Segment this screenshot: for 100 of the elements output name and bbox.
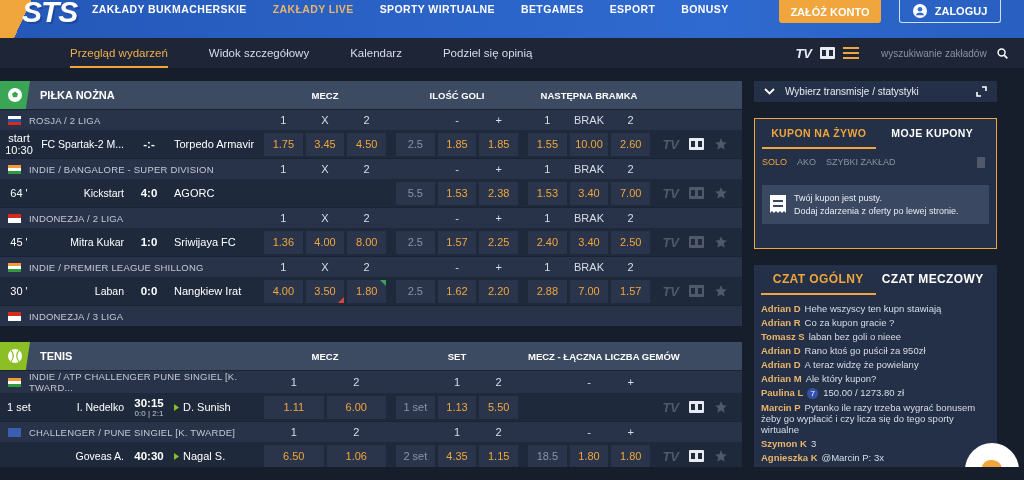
view-tab[interactable]: Podziel się opinią bbox=[442, 38, 533, 68]
outcome-label: 2 bbox=[626, 212, 635, 224]
odds-button[interactable]: 8.00 bbox=[347, 230, 386, 254]
star-icon[interactable] bbox=[714, 400, 728, 414]
sport-title: TENIS bbox=[39, 350, 74, 362]
odds-button[interactable]: 2.40 bbox=[528, 230, 567, 254]
tennis-ball-icon bbox=[7, 348, 23, 364]
nav-link[interactable]: BETGAMES bbox=[520, 2, 584, 16]
odds-button[interactable]: 4.00 bbox=[264, 279, 303, 303]
outcome-label: 2 bbox=[626, 163, 635, 175]
line-value[interactable]: 2.5 bbox=[396, 279, 435, 303]
odds-button[interactable]: 1.55 bbox=[528, 132, 567, 156]
outcome-label: BRAK bbox=[573, 261, 605, 273]
line-value[interactable]: 2.5 bbox=[396, 230, 435, 254]
odds-button[interactable]: 1.15 bbox=[479, 444, 518, 467]
nav-link[interactable]: BONUSY bbox=[681, 2, 729, 16]
odds-button[interactable]: 1.36 bbox=[264, 230, 303, 254]
odds-button[interactable]: 1.53 bbox=[528, 181, 567, 205]
league-name: INDIE / ATP CHALLENGER PUNE SINGIEL [K. TWARD... bbox=[29, 371, 239, 393]
odds-button[interactable]: 2.20 bbox=[479, 279, 518, 303]
odds-button[interactable]: 1.80 bbox=[611, 444, 650, 467]
expand-icon[interactable] bbox=[976, 86, 987, 97]
login-button[interactable]: ZALOGUJ bbox=[899, 0, 1001, 23]
star-icon[interactable] bbox=[714, 186, 728, 200]
odds-button[interactable]: 3.50 bbox=[305, 279, 345, 303]
bet-mode-tab[interactable]: SZYBKI ZAKŁAD bbox=[826, 157, 896, 167]
odds-button[interactable]: 2.25 bbox=[479, 230, 518, 254]
odds-button[interactable]: 2.50 bbox=[611, 230, 650, 254]
nav-link[interactable]: ESPORT bbox=[609, 2, 656, 16]
odds-button[interactable]: 1.06 bbox=[326, 444, 386, 467]
scoreboard-icon[interactable] bbox=[689, 450, 704, 462]
odds-button[interactable]: 1.80 bbox=[569, 444, 609, 467]
scoreboard-icon[interactable] bbox=[689, 401, 704, 413]
outcome-label: 1 bbox=[279, 114, 288, 126]
line-value[interactable]: 1 set bbox=[396, 395, 435, 419]
odds-button[interactable]: 10.00 bbox=[569, 132, 609, 156]
chevron-down-icon bbox=[764, 88, 775, 95]
scoreboard-icon[interactable] bbox=[820, 47, 835, 59]
nav-link[interactable]: ZAKŁADY LIVE bbox=[272, 2, 354, 16]
odds-button[interactable]: 1.85 bbox=[437, 132, 477, 156]
nav-link[interactable]: SPORTY WIRTUALNE bbox=[379, 2, 495, 16]
coupon-tab[interactable]: KUPON NA ŻYWO bbox=[762, 119, 876, 149]
view-tab[interactable]: Przegląd wydarzeń bbox=[70, 38, 168, 68]
star-icon[interactable] bbox=[714, 449, 728, 463]
odds-button[interactable]: 2.88 bbox=[528, 279, 567, 303]
odds-button[interactable]: 1.75 bbox=[264, 132, 303, 156]
outcome-label: + bbox=[626, 376, 635, 388]
line-value[interactable]: 2.5 bbox=[396, 132, 435, 156]
odds-button[interactable]: 4.00 bbox=[305, 230, 345, 254]
odds-button[interactable]: 3.40 bbox=[569, 181, 609, 205]
outcome-label: X bbox=[320, 212, 330, 224]
odds-button[interactable]: 4.35 bbox=[437, 444, 477, 467]
odds-button[interactable]: 5.50 bbox=[479, 395, 518, 419]
chat-tab[interactable]: CZAT MECZOWY bbox=[875, 265, 990, 295]
odds-button[interactable]: 1.53 bbox=[437, 181, 477, 205]
trash-icon[interactable] bbox=[977, 156, 985, 168]
view-tab[interactable]: Kalendarz bbox=[350, 38, 402, 68]
odds-button[interactable]: 2.60 bbox=[611, 132, 650, 156]
odds-button[interactable]: 7.00 bbox=[569, 279, 609, 303]
line-value[interactable]: 2 set bbox=[396, 444, 435, 467]
star-icon[interactable] bbox=[714, 284, 728, 298]
odds-button[interactable]: 1.57 bbox=[437, 230, 477, 254]
outcome-label: 1 bbox=[452, 426, 462, 438]
coupon-tab[interactable]: MOJE KUPONY bbox=[875, 119, 989, 149]
soccer-ball-icon bbox=[7, 87, 23, 103]
odds-button[interactable]: 3.45 bbox=[305, 132, 345, 156]
search-icon[interactable] bbox=[997, 47, 1008, 59]
bet-mode-tab[interactable]: AKO bbox=[797, 157, 817, 167]
odds-button[interactable]: 1.11 bbox=[264, 395, 324, 419]
home-team: I. Nedelko bbox=[75, 401, 124, 413]
chat-message: Adrian D A teraz widzę że powielany bbox=[761, 359, 920, 370]
chat-message: Szymon K 3 bbox=[761, 438, 818, 449]
outcome-label: + bbox=[494, 163, 503, 175]
odds-button[interactable]: 1.57 bbox=[611, 279, 650, 303]
odds-button[interactable]: 1.13 bbox=[437, 395, 477, 419]
line-value[interactable]: 5.5 bbox=[396, 181, 435, 205]
nav-link[interactable]: ZAKŁADY BUKMACHERSKIE bbox=[92, 2, 247, 16]
odds-button[interactable]: 4.50 bbox=[347, 132, 386, 156]
menu-icon[interactable] bbox=[843, 47, 859, 59]
odds-button[interactable]: 1.80 bbox=[347, 279, 386, 303]
match-time: 30 ' bbox=[9, 285, 29, 297]
star-icon[interactable] bbox=[714, 137, 728, 151]
scoreboard-icon[interactable] bbox=[689, 138, 704, 150]
line-value[interactable]: 18.5 bbox=[528, 444, 567, 467]
market-title: SET bbox=[446, 350, 468, 362]
odds-button[interactable]: 1.62 bbox=[437, 279, 477, 303]
odds-button[interactable]: 6.00 bbox=[326, 395, 386, 419]
stream-selector[interactable]: Wybierz transmisje / statystyki bbox=[754, 81, 997, 102]
bet-mode-tab[interactable]: SOLO bbox=[762, 157, 787, 167]
view-tab[interactable]: Widok szczegółowy bbox=[208, 38, 310, 68]
odds-button[interactable]: 3.40 bbox=[569, 230, 609, 254]
chat-message: Adrian D Rano ktoś go puścił za 950zł bbox=[761, 345, 927, 356]
odds-button[interactable]: 6.50 bbox=[264, 444, 324, 467]
chat-tab[interactable]: CZAT OGÓLNY bbox=[761, 265, 876, 295]
search-field[interactable]: wyszukiwanie zakładów bbox=[879, 46, 989, 60]
tv-icon[interactable]: TV bbox=[795, 45, 812, 61]
odds-button[interactable]: 7.00 bbox=[611, 181, 650, 205]
star-icon[interactable] bbox=[714, 235, 728, 249]
odds-button[interactable]: 2.38 bbox=[479, 181, 518, 205]
odds-button[interactable]: 1.85 bbox=[479, 132, 518, 156]
